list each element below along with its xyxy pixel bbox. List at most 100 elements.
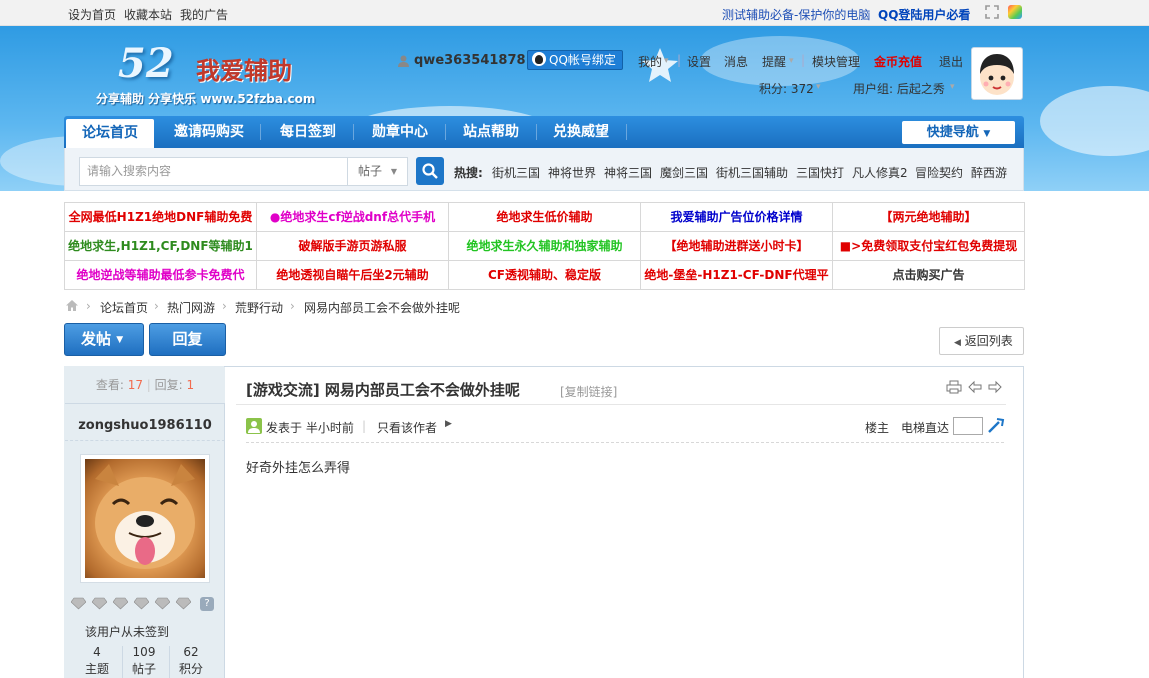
search-button[interactable] — [416, 157, 444, 185]
points-link[interactable]: 积分: 372 — [759, 80, 814, 97]
nav-item-checkin[interactable]: 每日签到 — [264, 116, 352, 148]
quick-nav-button[interactable]: 快捷导航 ▼ — [902, 121, 1015, 144]
menu-logout[interactable]: 退出 — [939, 53, 963, 70]
breadcrumb-current[interactable]: 网易内部员工会不会做外挂呢 — [304, 299, 460, 316]
new-post-button[interactable]: 发帖 ▼ — [64, 323, 144, 356]
stat-value: 62 — [183, 645, 199, 659]
bookmark-link[interactable]: 收藏本站 — [124, 6, 172, 23]
only-author-link[interactable]: 只看该作者 — [377, 419, 437, 436]
qq-bind-label: QQ帐号绑定 — [549, 53, 616, 67]
ad-link[interactable]: 【绝地辅助进群送小时卡】 — [641, 232, 833, 261]
replies-label: 回复: — [154, 378, 183, 392]
hot-search-link[interactable]: 神将三国 — [604, 164, 652, 181]
points-arrow-icon: ▾ — [816, 82, 821, 92]
hot-search-link[interactable]: 街机三国辅助 — [716, 164, 788, 181]
hot-search-link[interactable]: 凡人修真2 — [852, 164, 908, 181]
promo-link[interactable]: 测试辅助必备-保护你的电脑 — [722, 6, 870, 23]
jump-floor-input[interactable] — [953, 417, 983, 435]
ad-link[interactable]: CF透视辅助、稳定版 — [449, 261, 641, 290]
hot-search-link[interactable]: 三国快打 — [796, 164, 844, 181]
breadcrumb-item[interactable]: 热门网游 — [167, 299, 215, 316]
nav-item-invite-code[interactable]: 邀请码购买 — [159, 116, 259, 148]
menu-settings[interactable]: 设置 — [687, 53, 711, 70]
views-label: 查看: — [95, 378, 124, 392]
hot-search-link[interactable]: 街机三国 — [492, 164, 540, 181]
search-type-select[interactable]: 帖子 ▼ — [347, 157, 408, 186]
hot-search-link[interactable]: 魔剑三国 — [660, 164, 708, 181]
menu-messages[interactable]: 消息 — [724, 53, 748, 70]
menu-alerts[interactable]: 提醒 — [762, 53, 786, 70]
signin-status: 该用户从未签到 — [85, 625, 170, 639]
ad-link[interactable]: 绝地求生,H1Z1,CF,DNF等辅助1 — [65, 232, 257, 261]
menu-modules[interactable]: 模块管理 — [812, 53, 860, 70]
ad-link[interactable]: 绝地求生永久辅助和独家辅助 — [449, 232, 641, 261]
hot-search-link[interactable]: 醉西游 — [971, 164, 1007, 181]
reply-button[interactable]: 回复 — [149, 323, 226, 356]
stat-value: 109 — [132, 645, 156, 659]
breadcrumb-item[interactable]: 论坛首页 — [100, 299, 148, 316]
qq-bind-button[interactable]: QQ帐号绑定 — [527, 50, 623, 70]
print-icon[interactable] — [946, 380, 962, 397]
stat-posts[interactable]: 109 帖子 — [118, 644, 170, 678]
nav-item-help[interactable]: 站点帮助 — [447, 116, 535, 148]
jump-label: 电梯直达 — [901, 421, 950, 435]
username-link[interactable]: qwe363541878 — [414, 53, 526, 68]
usergroup-link[interactable]: 用户组: 后起之秀 — [853, 80, 945, 97]
my-ads-link[interactable]: 我的广告 — [180, 6, 228, 23]
replies-count: 1 — [186, 378, 195, 392]
back-label: 返回列表 — [964, 334, 1013, 348]
search-type-value: 帖子 — [358, 164, 383, 178]
nav-item-exchange[interactable]: 兑换威望 — [537, 116, 625, 148]
rank-diamond-icon — [91, 597, 108, 610]
select-arrow-icon: ▼ — [390, 167, 397, 176]
thread-title: [游戏交流] 网易内部员工会不会做外挂呢 — [246, 381, 520, 399]
prev-thread-icon[interactable] — [968, 380, 982, 397]
menu-recharge[interactable]: 金币充值 — [874, 53, 922, 70]
stat-points[interactable]: 62 积分 — [165, 644, 217, 678]
qq-penguin-icon — [532, 52, 546, 66]
quick-nav-arrow-icon: ▼ — [983, 129, 991, 139]
rank-diamond-icon — [133, 597, 150, 610]
next-thread-icon[interactable] — [988, 380, 1002, 397]
help-icon[interactable]: ? — [200, 597, 214, 611]
stat-label: 帖子 — [131, 662, 156, 676]
back-to-list-button[interactable]: ◀ 返回列表 — [939, 327, 1024, 355]
arrow-right-icon: ▶ — [445, 419, 452, 429]
ad-link[interactable]: 我爱辅助广告位价格详情 — [641, 203, 833, 232]
author-avatar[interactable] — [80, 454, 210, 583]
new-post-label: 发帖 — [81, 330, 112, 348]
author-name-link[interactable]: zongshuo1986110 — [65, 405, 225, 441]
nav-item-home[interactable]: 论坛首页 — [66, 119, 154, 148]
logo-text[interactable]: 我爱辅助 — [196, 51, 292, 86]
user-icon — [398, 55, 409, 70]
ad-link[interactable]: 点击购买广告 — [833, 261, 1024, 290]
nav-item-medals[interactable]: 勋章中心 — [356, 116, 444, 148]
breadcrumb-item[interactable]: 荒野行动 — [235, 299, 283, 316]
rank-diamond-icon — [154, 597, 171, 610]
ad-link[interactable]: ■>免费领取支付宝红包免费提现 — [833, 232, 1024, 261]
fullscreen-icon[interactable] — [985, 5, 999, 19]
stat-topics[interactable]: 4 主题 — [71, 644, 123, 678]
ad-link[interactable]: 绝地逆战等辅助最低参卡免费代 — [65, 261, 257, 290]
hot-search-link[interactable]: 神将世界 — [548, 164, 596, 181]
copy-link[interactable]: [复制链接] — [560, 383, 617, 400]
home-icon[interactable] — [65, 299, 79, 315]
ad-link[interactable]: 绝地求生低价辅助 — [449, 203, 641, 232]
ad-link[interactable]: 破解版手游页游私服 — [257, 232, 449, 261]
search-input[interactable]: 请输入搜索内容 — [79, 157, 348, 186]
logo-number[interactable]: 52 — [118, 40, 174, 87]
ad-link[interactable]: 绝地透视自瞄午后坐2元辅助 — [257, 261, 449, 290]
app-icon[interactable] — [1008, 5, 1022, 19]
quick-nav-label: 快捷导航 — [926, 125, 979, 140]
ad-link[interactable]: 全网最低H1Z1绝地DNF辅助免费 — [65, 203, 257, 232]
rank-diamond-icon — [70, 597, 87, 610]
ad-link[interactable]: ●绝地求生cf逆战dnf总代手机 — [257, 203, 449, 232]
user-avatar[interactable] — [971, 47, 1023, 100]
ad-link[interactable]: 绝地-堡垒-H1Z1-CF-DNF代理平 — [641, 261, 833, 290]
set-home-link[interactable]: 设为首页 — [68, 6, 116, 23]
menu-mine[interactable]: 我的 — [638, 53, 662, 70]
hot-search-link[interactable]: 冒险契约 — [915, 164, 963, 181]
ad-link[interactable]: 【两元绝地辅助】 — [833, 203, 1024, 232]
qq-login-link[interactable]: QQ登陆用户必看 — [878, 6, 970, 23]
jump-go-icon[interactable] — [987, 418, 1005, 437]
